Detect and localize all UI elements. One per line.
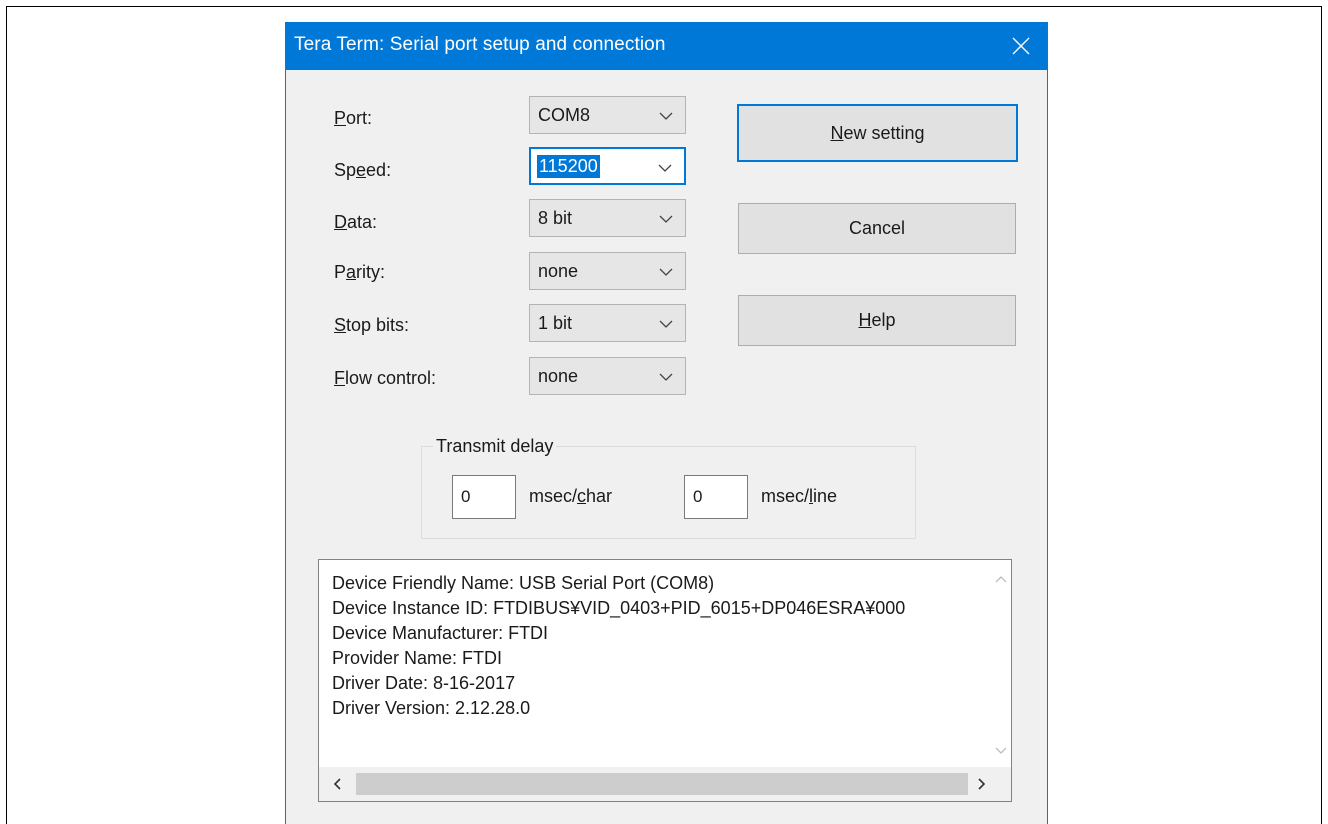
speed-select[interactable]: 115200 <box>529 147 686 185</box>
chevron-down-icon <box>659 215 673 223</box>
serial-setup-dialog: Tera Term: Serial port setup and connect… <box>285 22 1048 824</box>
data-bits-select[interactable]: 8 bit <box>529 199 686 237</box>
parity-value: none <box>538 261 579 281</box>
close-icon <box>1012 37 1030 55</box>
stop-bits-label: Stop bits: <box>334 315 410 335</box>
horizontal-scroll-thumb[interactable] <box>356 773 968 795</box>
speed-value: 115200 <box>537 155 600 178</box>
device-info-line: Provider Name: FTDI <box>332 648 503 668</box>
scroll-down-icon[interactable] <box>994 744 1008 758</box>
port-select[interactable]: COM8 <box>529 96 686 134</box>
new-setting-button[interactable]: New setting <box>737 104 1018 162</box>
speed-label: Speed: <box>334 160 392 180</box>
chevron-down-icon <box>659 373 673 381</box>
chevron-down-icon <box>658 164 672 172</box>
flow-control-value: none <box>538 366 579 386</box>
msec-char-label: msec/char <box>529 486 613 506</box>
cancel-button[interactable]: Cancel <box>738 203 1016 254</box>
parity-label: Parity: <box>334 262 386 282</box>
flow-control-label: Flow control: <box>334 368 437 388</box>
stop-bits-select[interactable]: 1 bit <box>529 304 686 342</box>
parity-select[interactable]: none <box>529 252 686 290</box>
horizontal-scrollbar[interactable] <box>319 767 1011 801</box>
transmit-delay-title: Transmit delay <box>433 436 557 457</box>
scroll-right-icon[interactable] <box>974 777 988 791</box>
msec-line-input[interactable]: 0 <box>684 475 748 519</box>
port-value: COM8 <box>538 105 591 125</box>
device-info-line: Driver Version: 2.12.28.0 <box>332 698 531 718</box>
msec-line-label: msec/line <box>761 486 838 506</box>
device-info-line: Device Friendly Name: USB Serial Port (C… <box>332 573 715 593</box>
chevron-down-icon <box>659 268 673 276</box>
chevron-down-icon <box>659 112 673 120</box>
device-info-line: Driver Date: 8-16-2017 <box>332 673 516 693</box>
device-info-line: Device Instance ID: FTDIBUS¥VID_0403+PID… <box>332 598 906 618</box>
close-button[interactable] <box>1003 28 1039 64</box>
device-info-line: Device Manufacturer: FTDI <box>332 623 549 643</box>
scroll-left-icon[interactable] <box>331 777 345 791</box>
title-bar[interactable]: Tera Term: Serial port setup and connect… <box>286 22 1047 70</box>
port-label: Port: <box>334 108 373 128</box>
flow-control-select[interactable]: none <box>529 357 686 395</box>
help-button[interactable]: Help <box>738 295 1016 346</box>
device-info-text: Device Friendly Name: USB Serial Port (C… <box>332 571 982 721</box>
scroll-up-icon[interactable] <box>994 572 1008 586</box>
msec-char-input[interactable]: 0 <box>452 475 516 519</box>
stop-bits-value: 1 bit <box>538 313 573 333</box>
data-label: Data: <box>334 212 378 232</box>
chevron-down-icon <box>659 320 673 328</box>
data-bits-value: 8 bit <box>538 208 573 228</box>
vertical-scrollbar[interactable] <box>990 560 1011 768</box>
window-title: Tera Term: Serial port setup and connect… <box>294 34 666 55</box>
device-info-box[interactable]: Device Friendly Name: USB Serial Port (C… <box>318 559 1012 802</box>
